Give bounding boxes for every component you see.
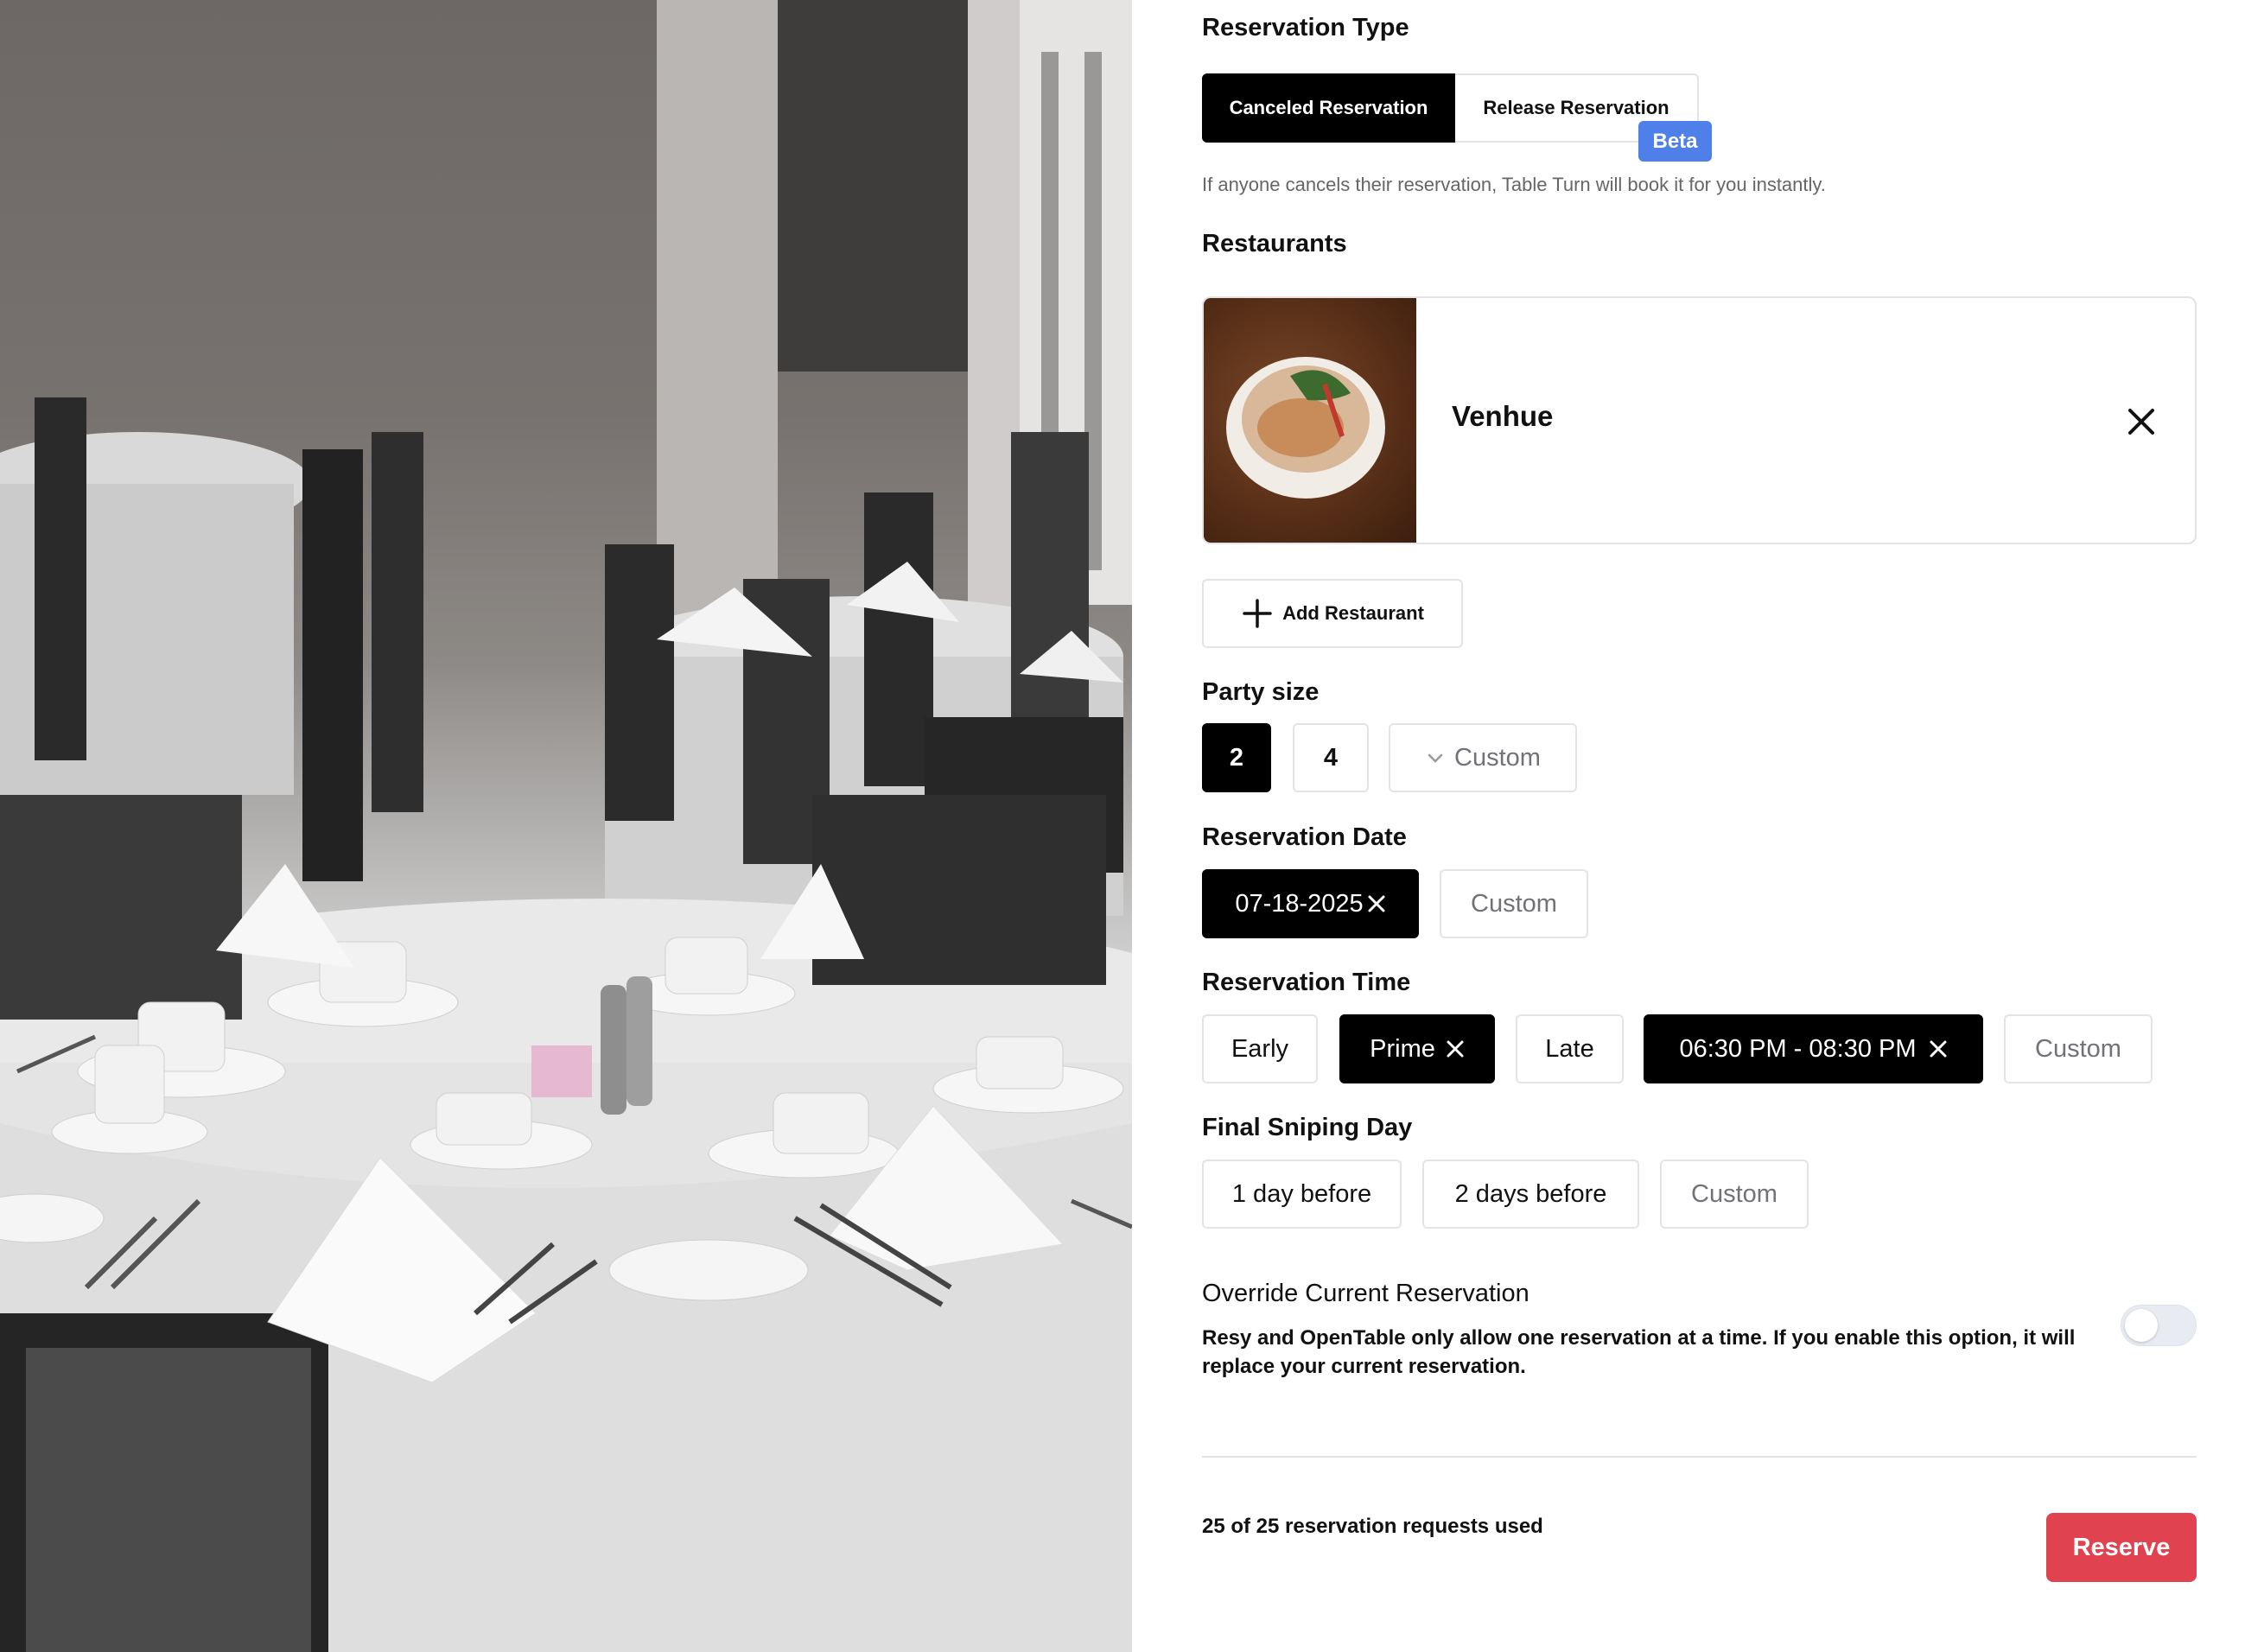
party-size-title: Party size (1202, 678, 1320, 706)
close-icon[interactable] (1446, 1039, 1465, 1058)
footer-divider (1202, 1456, 2197, 1458)
override-title: Override Current Reservation (1202, 1280, 1529, 1307)
hero-photo (0, 0, 1132, 1652)
party-size-custom-label: Custom (1454, 743, 1541, 772)
food-bowl-icon (1226, 357, 1385, 499)
sniping-2-days-button[interactable]: 2 days before (1422, 1160, 1639, 1229)
time-custom-button[interactable]: Custom (2004, 1014, 2153, 1083)
reservation-type-title: Reservation Type (1202, 14, 1409, 41)
reservation-form: Reservation Type Canceled Reservation Re… (1202, 0, 2197, 1652)
date-custom-label: Custom (1471, 889, 1557, 918)
time-range-chip[interactable]: 06:30 PM - 08:30 PM (1644, 1014, 1983, 1083)
add-restaurant-button[interactable]: Add Restaurant (1202, 579, 1463, 648)
restaurants-title: Restaurants (1202, 230, 1347, 257)
selected-date-chip[interactable]: 07-18-2025 (1202, 869, 1419, 938)
sniping-1-day-button[interactable]: 1 day before (1202, 1160, 1402, 1229)
time-range-label: 06:30 PM - 08:30 PM (1679, 1034, 1917, 1063)
restaurant-thumbnail (1204, 298, 1416, 543)
party-size-custom-select[interactable]: Custom (1389, 723, 1577, 792)
sniping-custom-label: Custom (1691, 1179, 1777, 1208)
close-icon[interactable] (1367, 894, 1386, 913)
reservation-date-title: Reservation Date (1202, 823, 1407, 851)
dining-room-illustration (0, 0, 1132, 1652)
add-restaurant-label: Add Restaurant (1282, 602, 1424, 624)
override-description: Resy and OpenTable only allow one reserv… (1202, 1326, 2076, 1378)
time-prime-chip[interactable]: Prime (1339, 1014, 1495, 1083)
remove-restaurant-button[interactable] (2120, 400, 2163, 443)
chevron-down-icon (1428, 753, 1443, 763)
time-prime-label: Prime (1370, 1034, 1435, 1063)
reservation-type-hint: If anyone cancels their reservation, Tab… (1202, 174, 1826, 195)
time-custom-label: Custom (2035, 1034, 2121, 1063)
restaurant-card: Venhue (1202, 296, 2197, 544)
close-icon[interactable] (1929, 1039, 1948, 1058)
override-toggle-knob (2125, 1309, 2158, 1342)
canceled-reservation-option[interactable]: Canceled Reservation (1202, 73, 1455, 143)
usage-counter: 25 of 25 reservation requests used (1202, 1515, 1543, 1538)
date-custom-button[interactable]: Custom (1440, 869, 1588, 938)
time-early-button[interactable]: Early (1202, 1014, 1318, 1083)
reservation-type-toggle: Canceled Reservation Release Reservation (1202, 73, 1699, 143)
close-icon (2128, 409, 2154, 435)
beta-badge: Beta (1638, 121, 1712, 162)
time-late-button[interactable]: Late (1516, 1014, 1624, 1083)
sniping-custom-button[interactable]: Custom (1660, 1160, 1809, 1229)
party-size-4-button[interactable]: 4 (1293, 723, 1369, 792)
plus-icon (1243, 599, 1272, 628)
selected-date-label: 07-18-2025 (1235, 889, 1364, 918)
reservation-time-title: Reservation Time (1202, 969, 1411, 996)
final-sniping-day-title: Final Sniping Day (1202, 1114, 1413, 1141)
reserve-button[interactable]: Reserve (2046, 1513, 2197, 1582)
party-size-2-button[interactable]: 2 (1202, 723, 1271, 792)
override-toggle[interactable] (2121, 1305, 2197, 1346)
restaurant-name: Venhue (1452, 400, 1554, 432)
